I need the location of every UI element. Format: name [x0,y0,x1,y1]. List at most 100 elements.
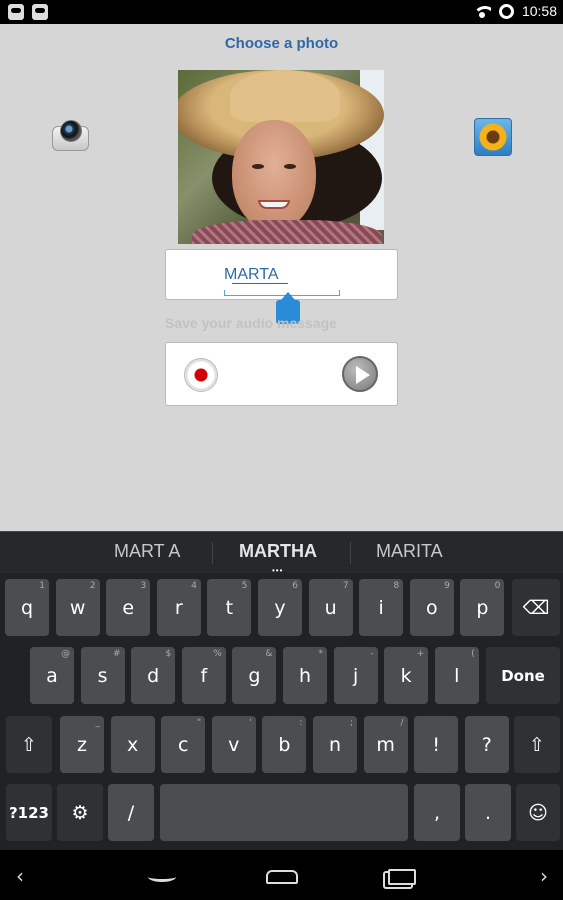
slash-key[interactable]: / [108,784,154,841]
key-alt-label: - [370,649,374,659]
key-label: o [425,596,438,619]
space-bar[interactable] [160,784,408,841]
key-alt-label: ( [471,649,475,659]
status-notifications [8,4,48,20]
key-label: a [46,664,58,687]
key-x[interactable]: x [110,716,155,773]
key-label: r [174,596,183,619]
key-c[interactable]: c " [161,716,206,773]
back-icon[interactable] [148,872,176,882]
key-m[interactable]: m / [363,716,408,773]
suggestion-1[interactable]: MART A [114,541,180,562]
key-label: f [200,664,208,687]
keyboard-right-arrow-icon[interactable]: › [526,864,562,888]
key-d[interactable]: d $ [131,647,176,704]
key-?[interactable]: ? [464,716,509,773]
keyboard-left-arrow-icon[interactable]: ‹ [2,864,38,888]
contact-photo[interactable] [178,70,384,244]
camera-button[interactable] [52,120,89,153]
key-label: x [126,733,139,756]
key-![interactable]: ! [414,716,459,773]
emoji-key[interactable]: ☺ [516,784,560,841]
wifi-icon [472,4,491,18]
key-label: p [476,596,489,619]
shift-key-right[interactable]: ⇧ [514,716,560,773]
done-key[interactable]: Done [486,647,560,704]
key-label: u [324,596,337,619]
key-alt-label: & [265,649,273,659]
key-alt-label: : [299,718,303,728]
settings-key[interactable]: ⚙ [57,784,103,841]
key-label: s [97,664,108,687]
settings-sliders-icon: ⚙ [71,801,89,824]
key-alt-label: 9 [444,581,450,591]
key-label: n [328,733,342,756]
key-l[interactable]: l( [434,647,479,704]
gallery-button[interactable] [474,118,512,156]
app-content: Choose a photo Save your audio message [0,24,563,531]
key-y[interactable]: y6 [258,579,302,636]
home-icon[interactable] [266,870,298,884]
key-alt-label: _ [95,718,101,728]
recents-icon[interactable] [388,869,416,885]
key-v[interactable]: v ' [211,716,256,773]
key-alt-label: 7 [342,581,349,591]
key-h[interactable]: h * [283,647,327,704]
composing-underline [232,283,288,284]
key-g[interactable]: g & [232,647,277,704]
symbols-key[interactable]: ?123 [6,784,52,841]
backspace-icon: ⌫ [522,596,550,619]
key-s[interactable]: s # [80,647,125,704]
key-z[interactable]: z _ [60,716,104,773]
key-k[interactable]: k + [384,647,429,704]
record-button[interactable] [184,358,218,392]
period-key[interactable]: . [465,784,511,841]
key-r[interactable]: r4 [156,579,201,636]
key-alt-label: 3 [140,581,147,591]
key-alt-label: " [197,718,202,728]
key-label: ! [432,733,440,756]
key-alt-label: * [318,649,324,659]
suggestion-more-icon: ••• [272,566,284,575]
key-label: t [225,596,234,619]
key-alt-label: # [113,649,121,659]
key-label: g [248,664,261,687]
key-n[interactable]: n; [313,716,357,773]
key-a[interactable]: a @ [30,647,74,704]
soft-keyboard: MART A MARTHA MARITA ••• q1w2e3r4t5y6u7i… [0,531,563,850]
key-alt-label: / [400,718,404,728]
camera-lens [60,120,82,142]
name-input[interactable] [224,260,342,290]
shift-icon: ⇧ [529,733,545,756]
key-label: i [378,596,384,619]
key-alt-label: 4 [191,581,197,591]
page-title: Choose a photo [224,35,339,52]
key-p[interactable]: p0 [460,579,505,636]
key-i[interactable]: i8 [359,579,404,636]
play-button[interactable] [342,356,378,392]
key-o[interactable]: o9 [409,579,454,636]
battery-icon [498,3,514,19]
status-right: 10:58 [472,3,557,19]
suggestion-2[interactable]: MARTHA [239,541,317,562]
key-b[interactable]: b: [262,716,307,773]
key-label: y [274,596,286,619]
key-alt-label: 5 [241,581,248,591]
key-e[interactable]: e3 [106,579,151,636]
shift-key-left[interactable]: ⇧ [6,716,52,773]
emoji-icon: ☺ [528,801,548,824]
key-label: w [69,596,86,619]
key-w[interactable]: w2 [55,579,100,636]
key-j[interactable]: j- [333,647,378,704]
key-label: m [376,733,395,756]
delete-key[interactable]: ⌫ [512,579,560,636]
key-label: l [454,664,460,687]
key-alt-label: 6 [292,581,298,591]
key-u[interactable]: u7 [308,579,353,636]
key-t[interactable]: t5 [207,579,252,636]
key-q[interactable]: q1 [5,579,49,636]
comma-key[interactable]: , [414,784,460,841]
key-alt-label: @ [61,649,70,659]
suggestion-3[interactable]: MARITA [376,541,443,562]
key-f[interactable]: f% [181,647,226,704]
